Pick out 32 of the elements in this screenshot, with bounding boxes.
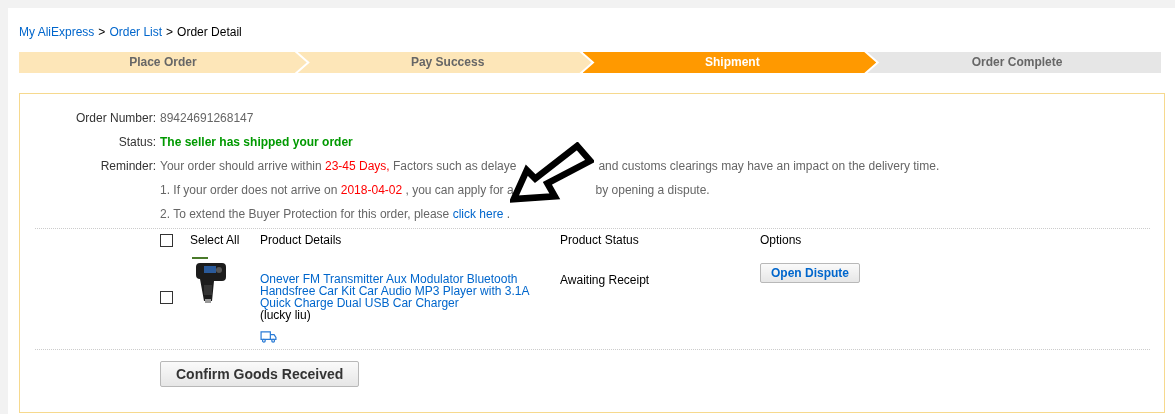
- open-dispute-button[interactable]: Open Dispute: [760, 263, 860, 283]
- field-label: Status:: [117, 134, 156, 150]
- order-status: The seller has shipped your order: [160, 134, 354, 150]
- progress-step: Pay Success: [297, 52, 592, 73]
- breadcrumb-link[interactable]: My AliExpress: [19, 24, 95, 40]
- reminder-text: and customs clearings may have an impact on the delivery time.: [598, 158, 940, 174]
- progress-step: Place Order: [19, 52, 307, 73]
- checkbox[interactable]: [160, 234, 173, 247]
- product-link[interactable]: Onever FM Transmitter Aux Modulator Bluetooth Handsfree Car Kit Car Audio MP3 Player with 3.1A Quick Charge Dual USB Car Charger: [260, 273, 550, 309]
- product-status: Awaiting Receipt: [560, 272, 651, 287]
- breadcrumb-separator: >: [98, 24, 106, 40]
- column-header: Options: [760, 232, 803, 248]
- reminder-text: 1. If your order does not arrive on 2018-04-02 , you can apply for a: [160, 182, 514, 198]
- column-header: Product Details: [260, 232, 343, 248]
- reminder-text: Your order should arrive within 23-45 Days, Factors such as delaye: [160, 158, 517, 174]
- seller-name: (lucky liu): [260, 309, 311, 321]
- progress-step: Order Complete: [867, 52, 1161, 73]
- breadcrumb-current: Order Detail: [177, 24, 242, 40]
- order-number: 89424691268147: [160, 110, 255, 126]
- truck-icon[interactable]: [260, 330, 277, 343]
- field-label: Reminder:: [99, 158, 156, 174]
- column-header: Product Status: [560, 232, 640, 248]
- checkbox[interactable]: [160, 291, 173, 304]
- select-all-label: Select All: [190, 232, 241, 248]
- breadcrumb-separator: >: [166, 24, 174, 40]
- reminder-text: 2. To extend the Buyer Protection for this order, please click here .: [160, 206, 510, 222]
- confirm-button[interactable]: Confirm Goods Received: [160, 361, 360, 387]
- click-here-link[interactable]: click here: [452, 207, 504, 221]
- field-label: Order Number:: [74, 110, 156, 126]
- reminder-text: by opening a dispute.: [595, 182, 710, 198]
- breadcrumb-link[interactable]: Order List: [109, 24, 163, 40]
- progress-step: Shipment: [582, 52, 877, 73]
